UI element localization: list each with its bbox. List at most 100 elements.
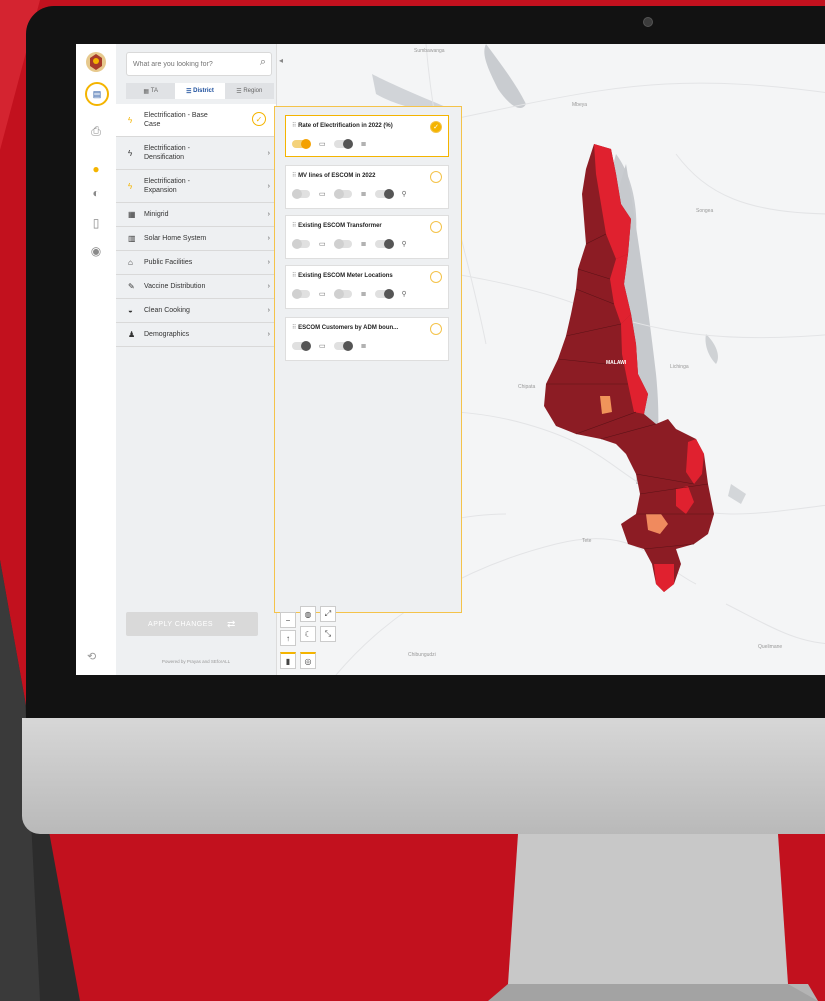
layer-visibility-toggle[interactable] [292,289,310,299]
collapse-sidebar-icon[interactable]: ◂ [279,56,283,65]
layer-visibility-toggle[interactable] [292,341,311,351]
map-controls: − ◍ ⤢ ↑ ☾ ⤡ ▮ ◎ [279,606,349,670]
tab-ta[interactable]: ▦ TA [126,83,175,99]
icon-rail: ▤ ⎙ ● ◐ ▯ ◉ ⟲ [76,44,117,675]
map-label-tete: Tete [582,538,592,544]
pin-icon: ⚲ [401,191,407,198]
menu-label: Electrification - Base [144,112,208,119]
globe-icon[interactable]: ◍ [300,606,316,622]
document-icon[interactable]: ▯ [87,214,105,232]
pin-icon: ⚲ [401,241,407,248]
table-icon: ▭ [319,241,326,248]
table-icon: ▭ [319,191,326,198]
layer-card[interactable]: ⠿ ESCOM Customers by ADM boun... ▭ ≣ [285,317,449,361]
person-icon: ♟ [128,330,136,339]
menu-label: Electrification - [144,145,190,152]
print-icon[interactable]: ⎙ [87,122,105,140]
tab-region[interactable]: ☰ Region [225,83,274,99]
layer-select-radio[interactable]: ✓ [430,121,442,133]
layer-select-radio[interactable] [430,171,442,183]
north-arrow-icon[interactable]: ↑ [280,630,296,646]
menu-label: Vaccine Distribution [144,283,206,290]
legend-toggle[interactable] [333,289,352,299]
check-circle-icon: ✓ [252,112,266,126]
pot-icon: ◒ [128,306,133,315]
menu-label: Case [144,121,161,128]
bookmark-icon[interactable]: ▮ [280,652,296,669]
menu-item-minigrid[interactable]: ▦ Minigrid › [116,203,276,227]
legend-toggle[interactable] [333,189,352,199]
bolt-icon: ϟ [128,181,133,191]
pin-icon: ⚲ [401,291,407,298]
menu-item-public-facilities[interactable]: ⌂ Public Facilities › [116,251,276,275]
grid-icon: ▦ [128,210,136,219]
chevron-right-icon: › [267,235,270,242]
chevron-right-icon: › [267,331,270,338]
chevron-right-icon: › [267,283,270,290]
menu-item-electrification-base[interactable]: ϟ Electrification - Base Case ✓ [116,104,276,137]
layer-select-radio[interactable] [430,221,442,233]
search-input[interactable] [127,54,259,75]
coat-of-arms-logo [86,52,106,72]
sidebar: ⌕ ▦ TA ☰ District ☰ Region ϟ Electrifica… [116,44,277,675]
map-label-songea: Songea [696,208,713,214]
layer-select-radio[interactable] [430,323,442,335]
measure-icon[interactable]: ⤡ [320,626,336,642]
layer-title: Rate of Electrification in 2022 (%) [298,123,393,129]
legend-toggle[interactable] [333,239,352,249]
menu-item-vaccine-distribution[interactable]: ✎ Vaccine Distribution › [116,275,276,299]
chevron-right-icon: › [267,149,270,157]
tab-district[interactable]: ☰ District [175,83,225,99]
apply-changes-button[interactable]: APPLY CHANGES ⇄ [126,612,258,636]
layer-card[interactable]: ⠿ Existing ESCOM Meter Locations ▭ ≣ ⚲ [285,265,449,309]
menu-item-electrification-expansion[interactable]: ϟ Electrification - Expansion › [116,170,276,203]
list-icon: ☰ [186,88,194,95]
layer-card[interactable]: ⠿ Existing ESCOM Transformer ▭ ≣ ⚲ [285,215,449,259]
palette-icon[interactable]: ◐ [87,184,105,202]
layer-select-radio[interactable] [430,271,442,283]
location-toggle[interactable] [374,289,394,299]
layer-visibility-toggle[interactable] [292,189,310,199]
menu-label: Demographics [144,331,190,338]
table-icon: ▭ [319,291,326,298]
target-icon[interactable]: ◎ [300,652,316,669]
fullscreen-icon[interactable]: ⤢ [320,606,336,622]
dark-mode-icon[interactable]: ☾ [300,626,316,642]
building-icon: ⌂ [128,258,133,267]
tab-label: TA [150,88,158,94]
menu-label: Public Facilities [144,259,193,266]
tab-label: Region [243,88,263,94]
menu-item-demographics[interactable]: ♟ Demographics › [116,323,276,347]
table-icon: ▭ [319,343,326,350]
search-icon[interactable]: ⌕ [260,56,266,69]
layer-card[interactable]: ⠿ Rate of Electrification in 2022 (%) ✓ … [285,115,449,157]
monitor-stand [488,834,818,1001]
chevron-right-icon: › [267,211,270,218]
zoom-out-icon[interactable]: − [280,612,296,628]
layer-visibility-toggle[interactable] [292,239,310,249]
apply-label: APPLY CHANGES [148,620,214,628]
eye-icon[interactable]: ◉ [87,242,105,260]
tab-label: District [193,88,214,94]
powered-by: Powered by Prayas and SEforALL [161,659,231,664]
legend-toggle[interactable] [333,139,353,149]
menu-item-electrification-densification[interactable]: ϟ Electrification - Densification › [116,137,276,170]
admin-level-tabs: ▦ TA ☰ District ☰ Region [126,83,274,99]
location-toggle[interactable] [374,239,394,249]
layer-title: MV lines of ESCOM in 2022 [298,173,376,179]
layer-card[interactable]: ⠿ MV lines of ESCOM in 2022 ▭ ≣ ⚲ [285,165,449,209]
menu-item-clean-cooking[interactable]: ◒ Clean Cooking › [116,299,276,323]
legend-toggle[interactable] [333,341,353,351]
bolt-icon: ϟ [128,115,133,125]
solar-panel-icon: ▥ [128,234,136,243]
layers-icon[interactable]: ● [87,160,105,178]
menu-item-solar-home-system[interactable]: ▥ Solar Home System › [116,227,276,251]
dashboard-icon[interactable]: ▤ [85,82,109,106]
chevron-right-icon: › [267,182,270,190]
menu-label: Solar Home System [144,235,207,242]
logout-icon[interactable]: ⟲ [87,650,96,663]
layer-title: Existing ESCOM Meter Locations [298,273,393,279]
layer-visibility-toggle[interactable] [292,139,311,149]
list-icon: ≣ [360,343,367,350]
location-toggle[interactable] [374,189,394,199]
